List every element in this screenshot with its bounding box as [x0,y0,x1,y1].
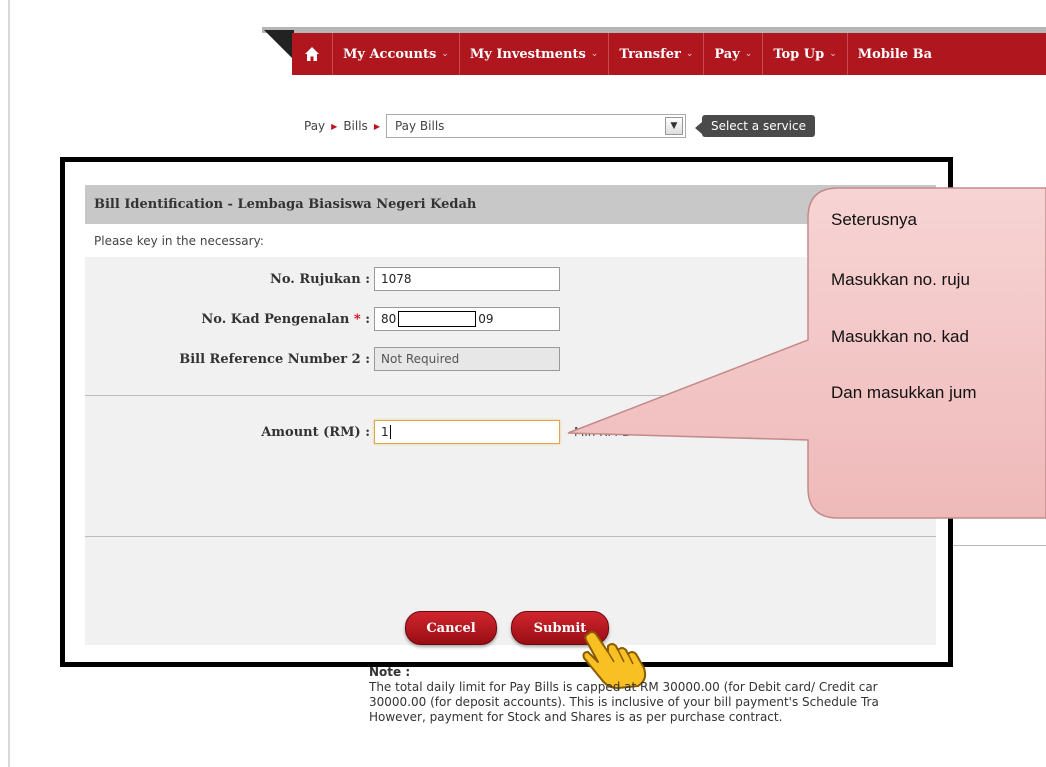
callout-line: Masukkan no. ruju [831,270,970,289]
note-line: 30000.00 (for deposit accounts). This is… [369,695,879,709]
note-title: Note : [369,665,411,679]
callout-line: Seterusnya [831,210,917,229]
callout-line: Dan masukkan jum [831,383,977,402]
note-line: The total daily limit for Pay Bills is c… [369,680,878,694]
note-section: Note : The total daily limit for Pay Bil… [369,665,1046,725]
note-line: However, payment for Stock and Shares is… [369,710,783,724]
note-body: The total daily limit for Pay Bills is c… [369,680,1046,725]
callout-line: Masukkan no. kad [831,327,969,346]
